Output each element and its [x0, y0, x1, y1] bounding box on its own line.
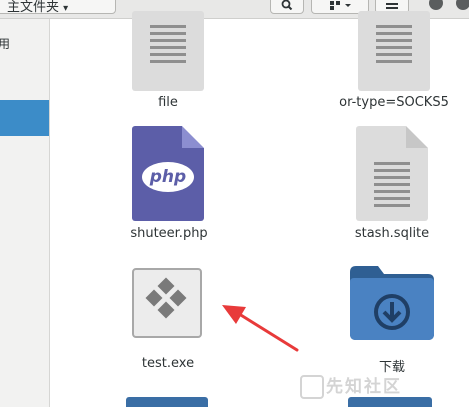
folder-icon[interactable] — [126, 397, 208, 407]
chevron-down-icon: ▾ — [63, 3, 69, 14]
php-file-icon: php — [132, 126, 204, 221]
file-name: file — [158, 95, 178, 110]
window-close-button[interactable] — [456, 0, 469, 10]
search-button[interactable] — [270, 0, 304, 14]
file-name: or-type=SOCKS5 — [339, 95, 449, 110]
text-document-icon — [356, 126, 428, 221]
text-document-icon — [358, 11, 430, 91]
file-item[interactable]: stash.sqlite — [332, 126, 452, 246]
file-name: test.exe — [141, 356, 195, 371]
file-item[interactable]: file — [108, 11, 228, 119]
watermark-text: 先知社区 — [326, 377, 402, 397]
text-document-icon — [132, 11, 204, 91]
file-item[interactable]: php shuteer.php — [109, 126, 229, 246]
file-name: shuteer.php — [130, 226, 208, 241]
hamburger-menu-icon — [386, 3, 398, 9]
download-folder-icon — [350, 266, 434, 340]
watermark-logo-icon — [300, 375, 324, 399]
php-badge: php — [142, 162, 194, 192]
search-icon — [281, 0, 293, 10]
file-item[interactable]: or-type=SOCKS5 — [334, 11, 454, 119]
path-label: 主文件夹 — [7, 0, 60, 14]
path-button-home[interactable]: 主文件夹 ▾ — [0, 0, 116, 14]
window-minimize-button[interactable] — [429, 0, 443, 10]
file-item[interactable]: 下载 — [332, 264, 452, 378]
file-name: stash.sqlite — [354, 226, 430, 241]
view-options-icon — [330, 1, 351, 10]
sidebar-item-selected[interactable] — [0, 100, 49, 136]
executable-icon — [132, 268, 202, 338]
sidebar-item-label[interactable]: 用 — [0, 35, 10, 52]
sidebar: 用 — [0, 19, 50, 407]
file-item[interactable]: test.exe — [108, 268, 228, 378]
folder-icon[interactable] — [348, 397, 432, 407]
